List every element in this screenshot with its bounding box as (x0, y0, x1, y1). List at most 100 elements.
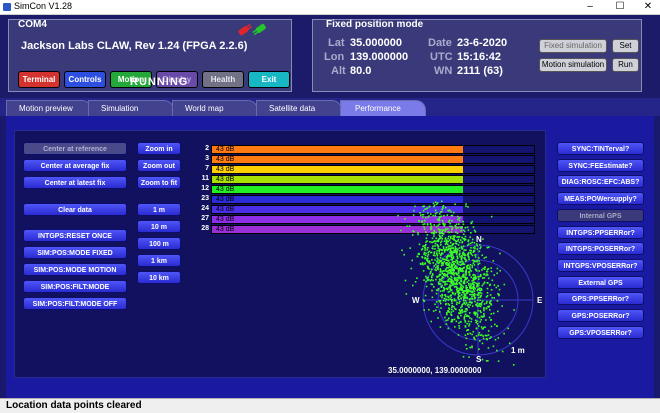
satellite-prn: 11 (201, 175, 209, 182)
date-label: Date (428, 37, 452, 49)
scale-10m-button[interactable]: 10 m (137, 220, 181, 233)
satellite-signal-bar: 43 dB (211, 185, 535, 194)
lat-value: 35.000000 (350, 37, 402, 49)
satellite-prn: 12 (201, 185, 209, 192)
device-name: Jackson Labs CLAW, Rev 1.24 (FPGA 2.2.6) (21, 40, 248, 52)
motion-simulation-button[interactable]: Motion simulation (539, 58, 607, 72)
set-button[interactable]: Set (612, 39, 639, 53)
health-button[interactable]: Health (202, 71, 244, 88)
utc-label: UTC (430, 51, 453, 63)
satellite-signal-bar: 43 dB (211, 145, 535, 154)
satellite-snr-label: 43 dB (216, 166, 235, 173)
satellite-signal-bar: 43 dB (211, 165, 535, 174)
satellite-prn: 24 (201, 205, 209, 212)
scale-100m-button[interactable]: 100 m (137, 237, 181, 250)
fix-points (397, 200, 515, 366)
lat-label: Lat (328, 37, 345, 49)
position-mode-label: Fixed position mode (326, 19, 424, 30)
filt-mode-dynamic-button[interactable]: SIM:POS:FILT:MODE DYNAMIC (23, 280, 127, 304)
satellite-snr-label: 43 dB (216, 196, 235, 203)
center-at-reference-button[interactable]: Center at reference (23, 142, 127, 155)
center-at-average-fix-button[interactable]: Center at average fix (23, 159, 127, 172)
command-button[interactable]: Internal GPS (557, 208, 644, 222)
satellite-row: 12 43 dB (197, 185, 537, 195)
command-button[interactable]: GPS:PPSERRor? (557, 292, 644, 306)
satellite-snr-label: 43 dB (216, 206, 235, 213)
satellite-signal-bar: 43 dB (211, 175, 535, 184)
satellite-snr-label: 43 dB (216, 226, 235, 233)
position-panel: Fixed position mode Lat 35.000000 Lon 13… (312, 19, 642, 92)
close-button[interactable]: ✕ (634, 0, 660, 14)
controls-button[interactable]: Controls (64, 71, 106, 88)
app-icon (3, 3, 11, 11)
minimize-button[interactable]: – (576, 0, 604, 14)
pos-mode-fixed-button[interactable]: SIM:POS:MODE FIXED (23, 246, 127, 259)
date-value: 23-6-2020 (457, 37, 508, 49)
filt-mode-off-button[interactable]: SIM:POS:FILT:MODE OFF (23, 297, 127, 310)
satellite-row: 11 43 dB (197, 175, 537, 185)
window-title: SimCon V1.28 (14, 1, 73, 11)
zoom-out-button[interactable]: Zoom out (137, 159, 181, 172)
command-button[interactable]: External GPS (557, 275, 644, 289)
scale-1m-button[interactable]: 1 m (137, 203, 181, 216)
status-text: Location data points cleared (6, 400, 142, 411)
satellite-row: 7 43 dB (197, 165, 537, 175)
coordinate-readout: 35.0000000, 139.0000000 (388, 366, 482, 375)
compass-south: S (476, 355, 482, 364)
tab-simulation[interactable]: Simulation (88, 100, 174, 116)
satellite-prn: 2 (205, 145, 209, 152)
status-bar: Location data points cleared (0, 398, 660, 413)
command-button[interactable]: MEAS:POWersupply? (557, 192, 644, 206)
command-button[interactable]: GPS:VPOSERRor? (557, 325, 644, 339)
fixed-simulation-button[interactable]: Fixed simulation (539, 39, 607, 53)
terminal-button[interactable]: Terminal (18, 71, 60, 88)
utc-value: 15:16:42 (457, 51, 502, 63)
position-scatter-plot: W E S N 1 m (397, 200, 543, 366)
command-button[interactable]: SYNC:TINTerval? (557, 142, 644, 155)
scale-10km-button[interactable]: 10 km (137, 271, 181, 284)
satellite-prn: 28 (201, 225, 209, 232)
zoom-to-fit-button[interactable]: Zoom to fit (137, 176, 181, 189)
tab-world-map[interactable]: World map (172, 100, 258, 116)
command-button[interactable]: SYNC:FEEstimate? (557, 158, 644, 172)
tab-satellite-data[interactable]: Satellite data (256, 100, 342, 116)
scale-label: 1 m (511, 346, 525, 355)
tab-performance[interactable]: Performance (340, 100, 426, 116)
connection-plug-icon (238, 23, 266, 36)
command-button[interactable]: DIAG:ROSC:EFC:ABS? (557, 175, 644, 189)
satellite-prn: 3 (205, 155, 209, 162)
command-button[interactable]: INTGPS:POSERRor? (557, 242, 644, 256)
command-button[interactable]: INTGPS:PPSERRor? (557, 225, 644, 239)
command-button[interactable]: INTGPS:VPOSERRor? (557, 258, 644, 272)
run-state: RUNNING (130, 76, 189, 88)
alt-label: Alt (331, 65, 346, 77)
scale-1km-button[interactable]: 1 km (137, 254, 181, 267)
zoom-in-button[interactable]: Zoom in (137, 142, 181, 155)
lon-label: Lon (324, 51, 345, 63)
compass-north: N (476, 235, 482, 244)
lon-value: 139.000000 (350, 51, 409, 63)
compass-east: E (537, 296, 543, 305)
satellite-snr-label: 43 dB (216, 146, 235, 153)
satellite-snr-label: 43 dB (216, 156, 235, 163)
tab-motion-preview[interactable]: Motion preview (6, 100, 92, 116)
command-button[interactable]: GPS:POSERRor? (557, 309, 644, 322)
exit-button[interactable]: Exit (248, 71, 290, 88)
wn-value: 2111 (63) (457, 65, 503, 77)
pos-mode-motion-button[interactable]: SIM:POS:MODE MOTION (23, 263, 127, 276)
center-at-latest-fix-button[interactable]: Center at latest fix (23, 176, 127, 189)
title-bar: SimCon V1.28 – ☐ ✕ (0, 0, 660, 15)
satellite-prn: 7 (205, 165, 209, 172)
alt-value: 80.0 (350, 65, 372, 77)
run-button[interactable]: Run (612, 58, 639, 72)
wn-label: WN (434, 65, 453, 77)
compass-west: W (412, 296, 420, 305)
satellite-snr-label: 43 dB (216, 186, 235, 193)
satellite-snr-label: 43 dB (216, 216, 235, 223)
satellite-prn: 27 (201, 215, 209, 222)
com-port-label: COM4 (18, 19, 47, 30)
clear-data-button[interactable]: Clear data (23, 203, 127, 216)
satellite-row: 3 43 dB (197, 155, 537, 165)
maximize-button[interactable]: ☐ (606, 0, 634, 14)
intgps-reset-button[interactable]: INTGPS:RESET ONCE (23, 229, 127, 242)
